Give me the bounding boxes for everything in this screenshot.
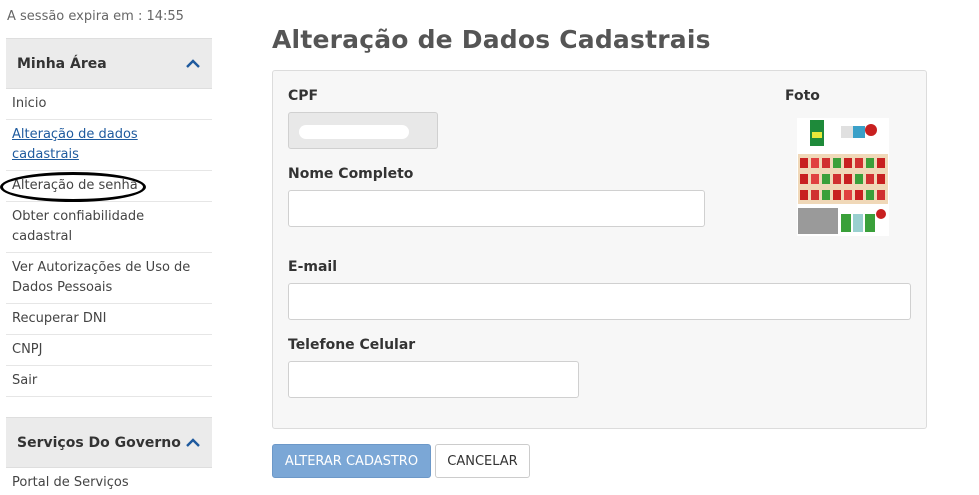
sidebar: Minha Área Inicio Alteração de dados cad…: [0, 38, 212, 397]
photo-image: [798, 120, 888, 234]
sidebar-item-label: CNPJ: [12, 342, 43, 357]
sidebar-item-autorizacoes[interactable]: Ver Autorizações de Uso de Dados Pessoai…: [6, 253, 212, 304]
sidebar-item-recuperar-dni[interactable]: Recuperar DNI: [6, 304, 212, 335]
telefone-label: Telefone Celular: [288, 337, 416, 353]
sidebar-item-label: Obter confiabilidade cadastral: [12, 209, 145, 244]
chevron-up-icon[interactable]: [185, 437, 201, 449]
sidebar-item-label: Portal de Serviços: [12, 475, 129, 490]
redaction-mask: [299, 125, 409, 139]
chevron-up-icon[interactable]: [185, 58, 201, 70]
alterar-cadastro-button[interactable]: ALTERAR CADASTRO: [272, 444, 431, 478]
page-title: Alteração de Dados Cadastrais: [272, 25, 711, 54]
sidebar-item-inicio[interactable]: Inicio: [6, 89, 212, 120]
email-label: E-mail: [288, 259, 338, 275]
sidebar-item-label: Ver Autorizações de Uso de Dados Pessoai…: [12, 260, 191, 295]
foto-label: Foto: [785, 88, 820, 104]
servicos-governo-panel: Serviços Do Governo Portal de Serviços: [6, 417, 212, 495]
sidebar-item-alteracao-senha[interactable]: Alteração de senha: [0, 171, 212, 202]
sidebar-item-alteracao-dados[interactable]: Alteração de dados cadastrais: [6, 120, 212, 171]
email-input[interactable]: [288, 283, 911, 320]
profile-photo: [797, 118, 889, 236]
minha-area-panel-header[interactable]: Minha Área: [6, 38, 212, 89]
nome-completo-input[interactable]: [288, 190, 705, 227]
minha-area-title: Minha Área: [17, 55, 107, 72]
sidebar-item-label: Sair: [12, 373, 38, 388]
sidebar-item-sair[interactable]: Sair: [6, 366, 212, 397]
sidebar-item-cnpj[interactable]: CNPJ: [6, 335, 212, 366]
sidebar-item-label: Inicio: [12, 96, 47, 111]
session-expiry-text: A sessão expira em : 14:55: [7, 9, 184, 24]
cpf-label: CPF: [288, 88, 319, 104]
cancelar-button[interactable]: CANCELAR: [435, 444, 530, 478]
sidebar-item-confiabilidade[interactable]: Obter confiabilidade cadastral: [6, 202, 212, 253]
servicos-governo-title: Serviços Do Governo: [17, 434, 181, 451]
sidebar-item-label[interactable]: Alteração de dados cadastrais: [12, 125, 152, 165]
sidebar-item-label: Recuperar DNI: [12, 311, 107, 326]
telefone-celular-input[interactable]: [288, 361, 579, 398]
sidebar-item-portal-servicos[interactable]: Portal de Serviços: [6, 468, 212, 495]
cpf-field: [288, 112, 438, 149]
nome-label: Nome Completo: [288, 166, 414, 182]
highlight-circle: [0, 172, 146, 202]
servicos-governo-panel-header[interactable]: Serviços Do Governo: [6, 417, 212, 468]
